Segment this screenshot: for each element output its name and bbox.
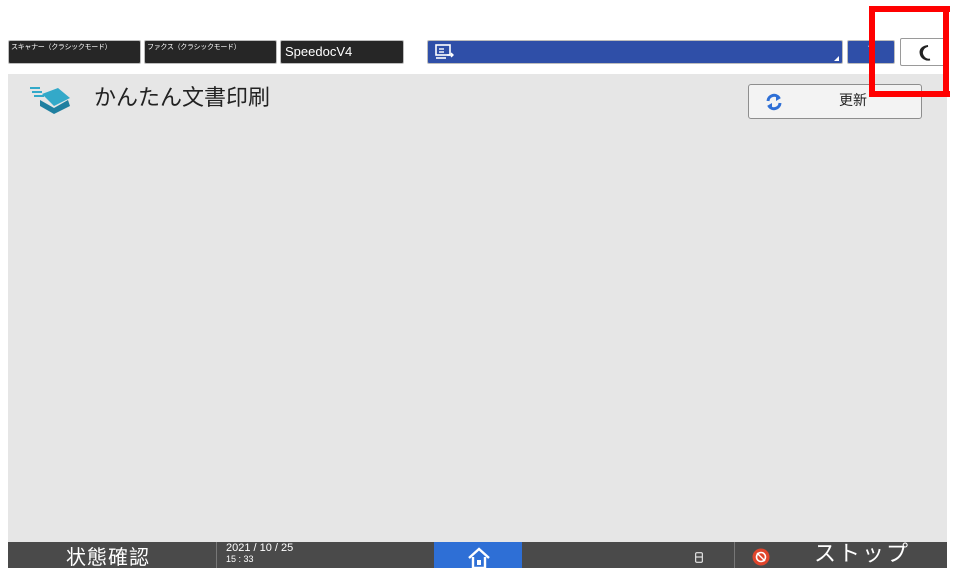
time-text: 15 : 33 — [226, 554, 254, 564]
top-bar: スキャナー（クラシックモード） ファクス（クラシックモード） SpeedocV4… — [8, 37, 947, 69]
tab-fax-classic-label: ファクス（クラシックモード） — [147, 43, 241, 51]
tab-scanner-classic[interactable]: スキャナー（クラシックモード） — [8, 40, 141, 64]
home-button[interactable] — [434, 542, 522, 568]
date-text: 2021 / 10 / 25 — [226, 542, 294, 554]
status-check-button[interactable]: 状態確認 — [66, 544, 150, 568]
tab-speedoc[interactable]: SpeedocV4 — [280, 40, 404, 64]
tab-speedoc-label: SpeedocV4 — [285, 44, 353, 59]
refresh-label: 更新 — [839, 93, 867, 109]
app-switch-bar[interactable] — [427, 40, 843, 64]
page-title: かんたん文書印刷 — [94, 86, 271, 111]
main-panel: かんたん文書印刷 更新 — [8, 74, 947, 542]
refresh-icon — [766, 93, 782, 111]
highlight-box-edge — [943, 6, 949, 97]
easy-document-print-logo — [30, 87, 70, 114]
bar-corner-indicator — [834, 56, 839, 61]
date-time: 2021 / 10 / 25 15 : 33 — [226, 543, 293, 565]
highlight-box — [869, 6, 950, 97]
bottom-divider-2 — [734, 542, 735, 568]
bottom-divider — [216, 542, 217, 568]
tab-scanner-classic-label: スキャナー（クラシックモード） — [11, 43, 112, 51]
tab-fax-classic[interactable]: ファクス（クラシックモード） — [144, 40, 277, 64]
home-icon — [468, 547, 490, 568]
stop-button[interactable]: ストップ — [814, 542, 910, 568]
stop-icon[interactable] — [752, 548, 770, 566]
bottom-bar: 状態確認 2021 / 10 / 25 15 : 33 ストップ — [8, 542, 947, 568]
screen-share-icon — [435, 44, 454, 59]
storage-icon — [695, 552, 703, 563]
